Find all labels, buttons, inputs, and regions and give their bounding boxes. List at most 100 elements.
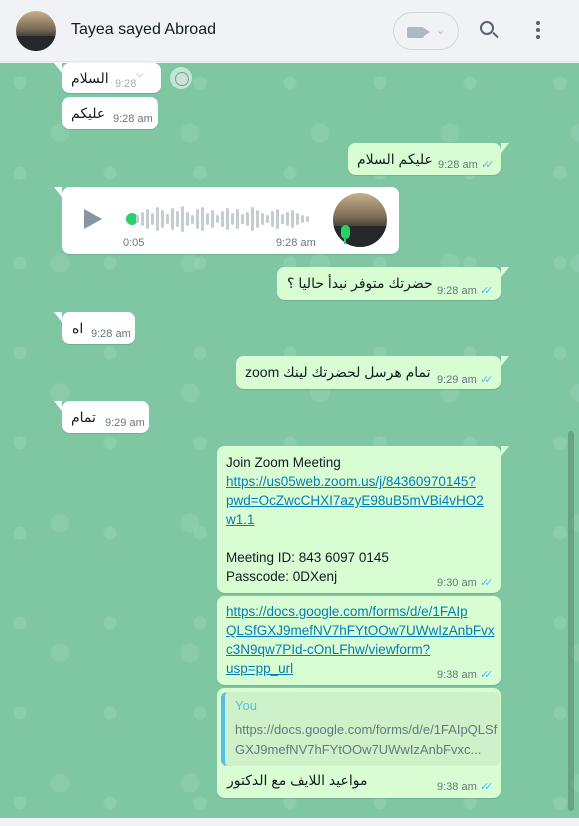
waveform-bar (206, 213, 209, 225)
contact-name[interactable]: Tayea sayed Abroad (71, 21, 216, 39)
message-time: 9:38 am (437, 669, 477, 681)
voice-message[interactable]: 0:05 9:28 am (54, 187, 399, 254)
waveform-bar (161, 210, 164, 228)
message-time: 9:38 am (437, 781, 477, 793)
message-text: عليكم (71, 105, 106, 121)
waveform-bar (166, 214, 169, 224)
form-link[interactable]: usp=pp_url (226, 661, 293, 676)
waveform-bar (216, 215, 219, 223)
zoom-link[interactable]: https://us05web.zoom.us/j/84360970145? (226, 474, 476, 489)
message-time: 9:29 am (437, 374, 477, 386)
message-text: السلام (71, 70, 109, 86)
waveform-bar (231, 213, 234, 225)
waveform-bar (136, 215, 139, 223)
message-incoming[interactable]: السلام 9:28 ⌵ (54, 63, 161, 93)
message-title: Join Zoom Meeting (226, 455, 341, 470)
quoted-message[interactable]: You https://docs.google.com/forms/d/e/1F… (221, 692, 500, 766)
message-text: حضرتك متوفر نبدأ حاليا ؟ (287, 275, 433, 291)
waveform-bar (296, 213, 299, 225)
read-receipt-icon: ✓✓ (480, 577, 494, 589)
message-text: اه (72, 320, 84, 336)
waveform-bar (251, 207, 254, 231)
read-receipt-icon: ✓✓ (480, 781, 494, 793)
waveform-bar (256, 210, 259, 228)
message-time: 9:28 am (276, 237, 316, 249)
audio-waveform[interactable] (136, 204, 309, 234)
form-link[interactable]: QLSfGXJ9mefNV7hFYtOOw7UWwIzAnbFvx (226, 623, 495, 638)
meeting-id: Meeting ID: 843 6097 0145 (226, 550, 389, 565)
message-time: 9:28 am (437, 285, 477, 297)
message-outgoing[interactable]: You https://docs.google.com/forms/d/e/1F… (217, 688, 501, 798)
play-icon[interactable] (84, 209, 102, 229)
zoom-link[interactable]: pwd=OcZwcCHXI7azyE98uB5mVBi4vHO2 (226, 493, 484, 508)
waveform-bar (236, 209, 239, 229)
read-receipt-icon: ✓✓ (480, 669, 494, 681)
menu-icon[interactable] (536, 21, 540, 39)
read-receipt-icon: ✓✓ (480, 285, 494, 297)
waveform-bar (156, 207, 159, 231)
waveform-bar (151, 213, 154, 225)
waveform-bar (176, 211, 179, 227)
read-receipt-icon: ✓✓ (481, 159, 495, 171)
waveform-bar (286, 212, 289, 226)
chat-scrollbar[interactable] (568, 431, 574, 811)
form-link[interactable]: https://docs.google.com/forms/d/e/1FAIp (226, 604, 468, 619)
message-outgoing[interactable]: عليكم السلام 9:28 am ✓✓ (348, 143, 509, 175)
message-incoming[interactable]: عليكم 9:28 am (62, 97, 158, 129)
waveform-bar (276, 209, 279, 229)
message-outgoing[interactable]: حضرتك متوفر نبدأ حاليا ؟ 9:28 am ✓✓ (277, 267, 509, 300)
message-text: مواعيد اللايف مع الدكتور (227, 772, 368, 788)
chevron-down-icon: ⌄ (436, 25, 446, 37)
voice-duration: 0:05 (123, 237, 145, 249)
footer-strip (0, 818, 579, 826)
contact-avatar[interactable] (16, 11, 56, 51)
quote-text: https://docs.google.com/forms/d/e/1FAIpQ… (235, 722, 498, 757)
message-incoming[interactable]: اه 9:28 am (54, 312, 135, 344)
waveform-bar (266, 215, 269, 223)
message-time: 9:28 (115, 78, 137, 90)
waveform-bar (196, 209, 199, 229)
waveform-bar (221, 211, 224, 227)
waveform-bar (261, 213, 264, 225)
video-call-icon (407, 27, 424, 38)
search-icon[interactable] (480, 21, 494, 35)
waveform-bar (181, 206, 184, 232)
waveform-bar (186, 212, 189, 226)
waveform-bar (291, 210, 294, 228)
waveform-bar (201, 207, 204, 231)
message-time: 9:28 am (438, 159, 478, 171)
message-outgoing[interactable]: https://docs.google.com/forms/d/e/1FAIp … (217, 596, 501, 685)
message-outgoing[interactable]: Join Zoom Meeting https://us05web.zoom.u… (217, 446, 509, 593)
message-time: 9:30 am (437, 577, 477, 589)
microphone-icon (341, 225, 350, 244)
waveform-bar (191, 214, 194, 224)
waveform-bar (246, 212, 249, 226)
message-time: 9:28 am (113, 113, 153, 125)
waveform-bar (306, 216, 309, 222)
emoji-reaction-icon[interactable] (170, 67, 192, 89)
message-outgoing[interactable]: تمام هرسل لحضرتك لينك zoom 9:29 am ✓✓ (236, 356, 509, 389)
waveform-bar (281, 214, 284, 224)
waveform-bar (141, 212, 144, 226)
message-text: تمام هرسل لحضرتك لينك zoom (245, 364, 431, 380)
chat-area[interactable]: السلام 9:28 ⌵ عليكم 9:28 am عليكم السلام… (0, 63, 579, 818)
quote-author: You (235, 698, 257, 713)
message-text: عليكم السلام (357, 151, 433, 167)
message-time: 9:28 am (91, 328, 131, 340)
waveform-bar (146, 209, 149, 229)
zoom-link[interactable]: w1.1 (226, 512, 255, 527)
video-call-button[interactable]: ⌄ (393, 12, 459, 50)
waveform-bar (211, 210, 214, 228)
waveform-bar (171, 208, 174, 230)
message-time: 9:29 am (105, 417, 145, 429)
sender-avatar (333, 193, 387, 247)
chevron-down-icon[interactable]: ⌵ (136, 69, 156, 85)
message-incoming[interactable]: تمام 9:29 am (54, 401, 149, 433)
chat-header: Tayea sayed Abroad ⌄ (0, 0, 579, 62)
waveform-bar (301, 215, 304, 223)
message-text: تمام (71, 409, 96, 425)
waveform-bar (226, 208, 229, 230)
waveform-bar (271, 211, 274, 227)
read-receipt-icon: ✓✓ (480, 374, 494, 386)
form-link[interactable]: c3N9qw7PId-cOnLFhw/viewform? (226, 642, 430, 657)
